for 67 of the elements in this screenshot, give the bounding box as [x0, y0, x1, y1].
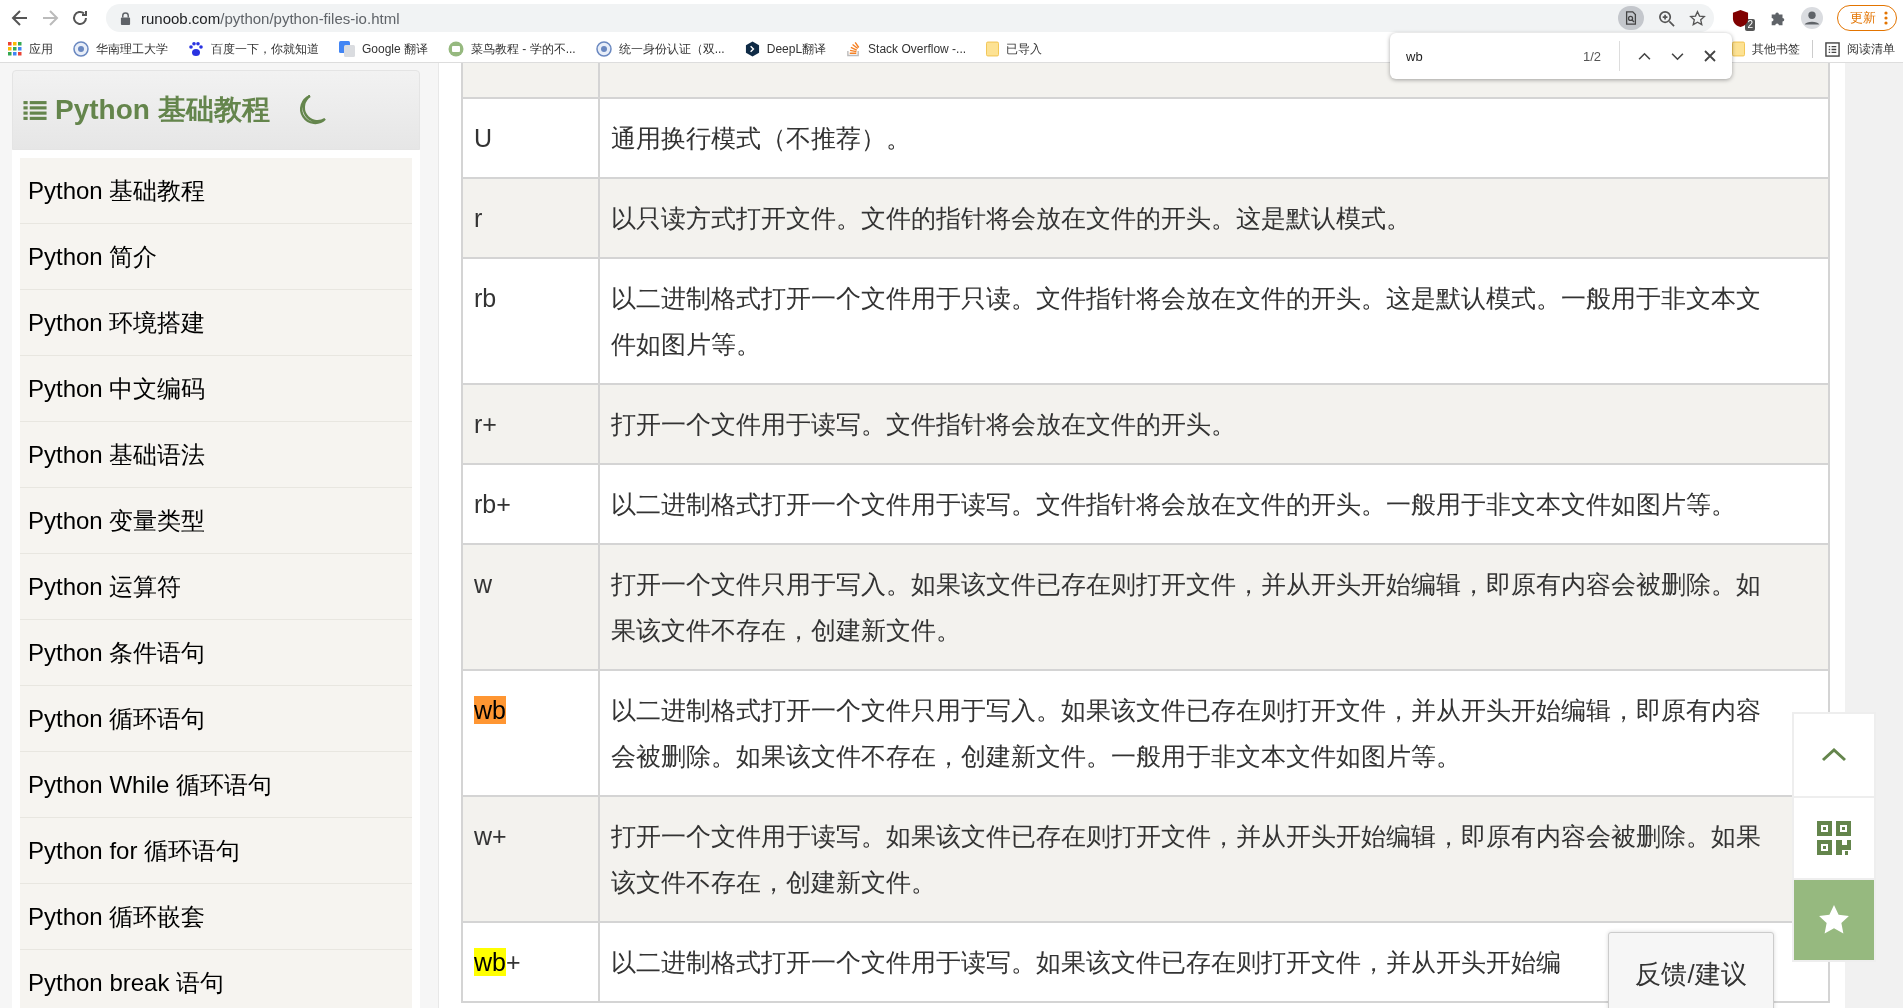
bookmark-item[interactable]: 百度一下，你就知道 [188, 40, 319, 58]
find-in-page-icon[interactable] [1618, 6, 1645, 30]
chevron-up-icon[interactable] [1638, 51, 1651, 61]
sidebar-link[interactable]: Python 基础教程 [20, 158, 412, 224]
close-icon[interactable] [1704, 50, 1716, 62]
address-bar[interactable]: runoob.com/python/python-files-io.html [106, 4, 1715, 32]
folder-icon [1732, 41, 1745, 57]
qr-code-icon [1817, 821, 1851, 855]
table-cell: w+ [462, 796, 599, 922]
seal-icon [595, 41, 612, 57]
table-cell: r [462, 178, 599, 258]
bookmark-item[interactable]: 应用 [8, 40, 53, 58]
stack-icon [846, 41, 862, 57]
lock-icon [120, 11, 131, 25]
table-cell: wb+ [462, 922, 599, 1002]
bookmark-star-button[interactable] [1794, 878, 1874, 960]
hexagon-icon [744, 41, 760, 57]
seal-icon [73, 41, 89, 57]
sidebar-link[interactable]: Python break 语句 [20, 950, 412, 1008]
sidebar-link[interactable]: Python 环境搭建 [20, 290, 412, 356]
sidebar-link[interactable]: Python While 循环语句 [20, 752, 412, 818]
table-cell: 打开一个文件用于读写。文件指针将会放在文件的开头。 [599, 384, 1829, 464]
sidebar-link[interactable]: Python 基础语法 [20, 422, 412, 488]
match-count: 1/2 [1582, 48, 1601, 64]
sidebar-link[interactable]: Python 变量类型 [20, 488, 412, 554]
feedback-button[interactable]: 反馈/建议 [1608, 932, 1774, 1008]
profile-icon[interactable] [1801, 7, 1823, 29]
sidebar-link[interactable]: Python 循环嵌套 [20, 884, 412, 950]
table-cell: r+ [462, 384, 599, 464]
sidebar-link[interactable]: Python 简介 [20, 224, 412, 290]
sidebar-link[interactable]: Python 条件语句 [20, 620, 412, 686]
leaf-circle-icon [448, 41, 465, 57]
bookmark-item[interactable]: 已导入 [986, 40, 1043, 58]
reading-list-icon [1825, 41, 1840, 57]
table-cell: 打开一个文件只用于写入。如果该文件已存在则打开文件，并从开头开始编辑，即原有内容会被删除。如果该文件不存在，创建新文件。 [599, 544, 1829, 670]
translate-icon [339, 41, 355, 57]
sidebar-link[interactable]: Python 运算符 [20, 554, 412, 620]
sidebar-link[interactable]: Python 循环语句 [20, 686, 412, 752]
table-cell: wb [462, 670, 599, 796]
bookmark-item[interactable]: Google 翻译 [339, 40, 429, 58]
bookmark-item[interactable]: 华南理工大学 [73, 40, 168, 58]
table-cell: w [462, 544, 599, 670]
find-field[interactable]: wb [1406, 48, 1563, 64]
apps-grid-icon [8, 42, 22, 56]
sidebar-link[interactable]: Python for 循环语句 [20, 818, 412, 884]
sidebar-link[interactable]: Python 中文编码 [20, 356, 412, 422]
sidebar-title: Python 基础教程 [55, 93, 270, 127]
paw-icon [188, 41, 204, 57]
extension-badge: 2 [1745, 19, 1755, 31]
table-cell: 以只读方式打开文件。文件的指针将会放在文件的开头。这是默认模式。 [599, 178, 1829, 258]
bookmark-item[interactable]: 统一身份认证（双... [595, 40, 725, 58]
chevron-up-icon [1821, 748, 1847, 762]
list-icon [23, 99, 47, 121]
star-icon [1818, 904, 1850, 936]
bookmark-item[interactable]: Stack Overflow -... [846, 41, 967, 57]
star-icon[interactable] [1689, 9, 1707, 27]
bookmark-item[interactable]: 阅读清单 [1825, 40, 1895, 58]
zoom-icon[interactable] [1658, 9, 1676, 27]
chevron-down-icon[interactable] [1671, 51, 1684, 61]
more-icon [1884, 11, 1888, 25]
bookmark-item[interactable]: 其他书签 [1732, 40, 1800, 58]
folder-icon [986, 41, 1000, 57]
reload-icon[interactable] [70, 8, 90, 28]
shield-extension-icon[interactable] [1732, 8, 1750, 28]
back-icon[interactable] [10, 8, 30, 28]
bookmark-item[interactable]: DeepL翻译 [744, 40, 827, 58]
bookmark-item[interactable]: 菜鸟教程 - 学的不... [448, 40, 576, 58]
